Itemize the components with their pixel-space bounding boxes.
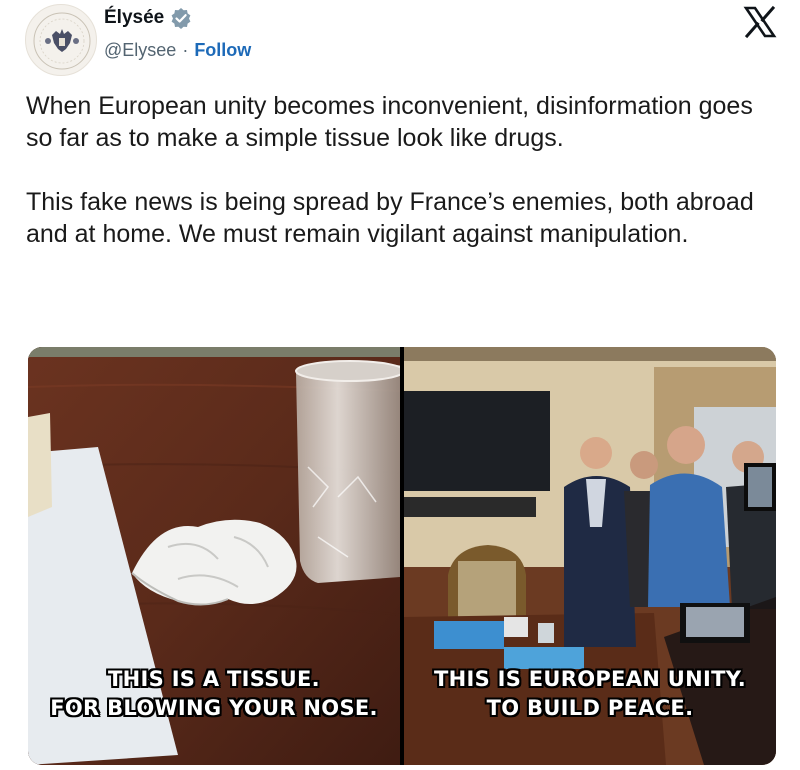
left-caption: THIS IS A TISSUE. FOR BLOWING YOUR NOSE. [28, 665, 400, 723]
presidency-seal-icon [33, 12, 91, 70]
right-caption: THIS IS EUROPEAN UNITY. TO BUILD PEACE. [404, 665, 776, 723]
caption-line: FOR BLOWING YOUR NOSE. [50, 696, 378, 720]
media-grid[interactable]: THIS IS A TISSUE. FOR BLOWING YOUR NOSE. [28, 347, 776, 765]
display-name[interactable]: Élysée [104, 7, 164, 29]
follow-button[interactable]: Follow [194, 40, 251, 61]
tissue-photo[interactable]: THIS IS A TISSUE. FOR BLOWING YOUR NOSE. [28, 347, 400, 765]
x-logo-icon[interactable] [742, 4, 778, 40]
caption-line: THIS IS A TISSUE. [108, 667, 320, 691]
author-name-row: Élysée [104, 6, 192, 30]
tweet-card: Élysée @Elysee · Follow When European un… [0, 0, 800, 770]
handle-row: @Elysee · Follow [104, 40, 251, 61]
caption-line: THIS IS EUROPEAN UNITY. [433, 667, 747, 691]
avatar[interactable] [25, 4, 97, 76]
caption-line: TO BUILD PEACE. [486, 696, 694, 720]
leaders-photo[interactable]: THIS IS EUROPEAN UNITY. TO BUILD PEACE. [404, 347, 776, 765]
tweet-paragraph: This fake news is being spread by France… [26, 188, 754, 248]
tweet-text: When European unity becomes inconvenient… [26, 90, 786, 282]
tweet-paragraph: When European unity becomes inconvenient… [26, 92, 753, 152]
separator: · [182, 40, 189, 60]
handle[interactable]: @Elysee [104, 40, 176, 61]
verified-badge-icon [170, 7, 192, 29]
